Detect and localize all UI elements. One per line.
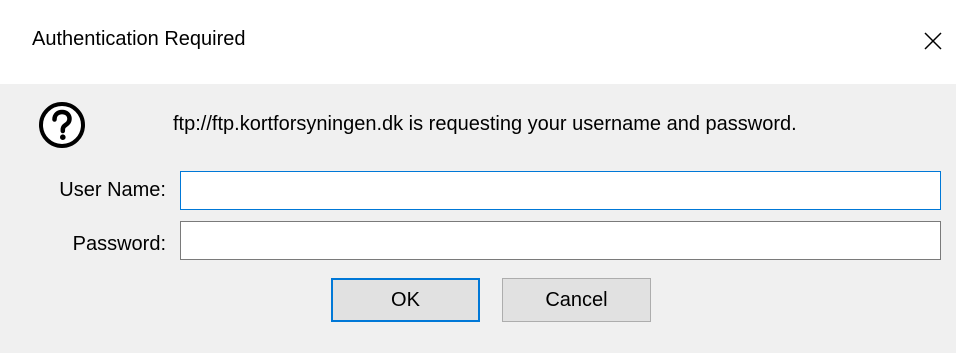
username-label: User Name: (59, 179, 166, 201)
title-bar: Authentication Required (0, 0, 956, 84)
password-label: Password: (72, 233, 166, 255)
cancel-button[interactable]: Cancel (502, 278, 651, 322)
auth-message: ftp://ftp.kortforsyningen.dk is requesti… (173, 113, 797, 135)
dialog-title: Authentication Required (32, 28, 246, 50)
close-icon (924, 32, 942, 50)
close-button[interactable] (910, 18, 956, 64)
ok-button[interactable]: OK (331, 278, 480, 322)
password-field[interactable] (180, 221, 941, 260)
question-icon (39, 102, 85, 148)
username-field[interactable] (180, 171, 941, 210)
auth-dialog: Authentication Required ftp://ftp.kortfo… (0, 0, 956, 353)
